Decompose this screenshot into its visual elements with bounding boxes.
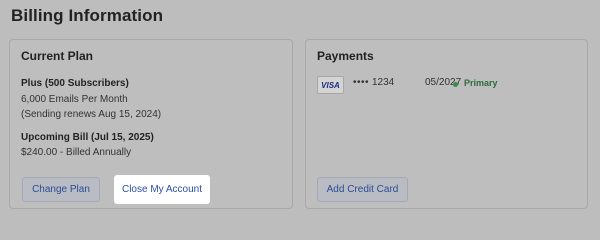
primary-status-badge: Primary [464, 78, 498, 88]
page-title: Billing Information [11, 6, 164, 25]
payments-title: Payments [317, 49, 374, 63]
visa-card-icon: VISA [317, 76, 344, 94]
upcoming-bill-title: Upcoming Bill (Jul 15, 2025) [21, 132, 154, 143]
add-credit-card-button[interactable]: Add Credit Card [317, 177, 408, 202]
current-plan-card: Current Plan Plus (500 Subscribers) 6,00… [9, 39, 293, 209]
close-account-button[interactable]: Close My Account [114, 175, 210, 204]
card-number-mask: •••• [353, 77, 370, 88]
card-last4: 1234 [372, 77, 395, 88]
plan-renewal: (Sending renews Aug 15, 2024) [21, 109, 162, 120]
plan-emails: 6,000 Emails Per Month [21, 94, 128, 105]
change-plan-button[interactable]: Change Plan [22, 177, 100, 202]
upcoming-bill-amount: $240.00 - Billed Annually [21, 147, 132, 158]
payments-card: Payments VISA •••• 1234 05/2027 Primary … [305, 39, 588, 209]
current-plan-title: Current Plan [21, 49, 94, 63]
primary-status-dot-icon [453, 82, 458, 87]
plan-name: Plus (500 Subscribers) [21, 78, 129, 89]
